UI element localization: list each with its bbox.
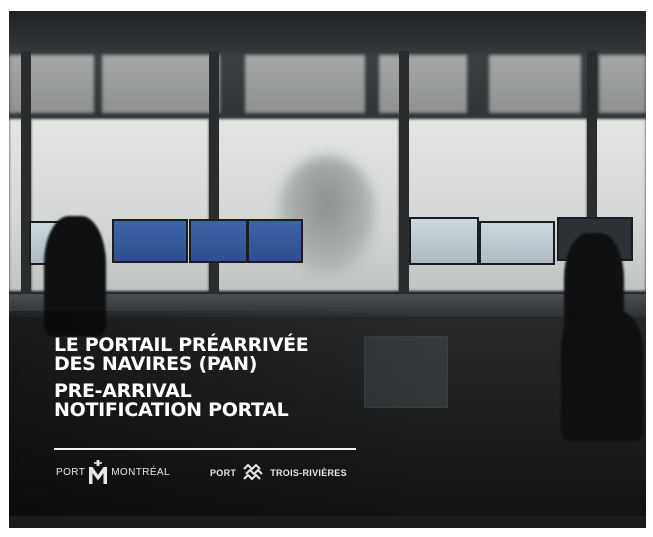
desk-monitor xyxy=(479,221,555,265)
port-montreal-logo: PORT MONTRÉAL xyxy=(56,460,170,484)
title-french: LE PORTAIL PRÉARRIVÉE DES NAVIRES (PAN) xyxy=(54,334,309,375)
ceiling xyxy=(9,11,646,53)
pillar xyxy=(399,51,409,301)
video-wall-panel xyxy=(407,119,587,291)
port-trois-rivieres-name: TROIS-RIVIÈRES xyxy=(270,468,347,478)
title-english: PRE-ARRIVAL NOTIFICATION PORTAL xyxy=(54,380,289,421)
bottom-bar xyxy=(9,516,646,528)
pillar xyxy=(209,51,219,301)
port-trois-rivieres-waves-icon xyxy=(243,464,263,480)
upper-screen xyxy=(489,55,581,113)
port-trois-rivieres-logo: PORT TROIS-RIVIÈRES xyxy=(210,462,347,484)
desk-monitor xyxy=(112,219,188,263)
desk-monitor xyxy=(189,219,248,263)
video-frame: LE PORTAIL PRÉARRIVÉE DES NAVIRES (PAN) … xyxy=(9,11,646,528)
desk-monitor xyxy=(247,219,303,263)
port-montreal-prefix: PORT xyxy=(56,466,86,478)
upper-screen xyxy=(599,55,646,113)
desk-monitor xyxy=(409,217,479,265)
upper-screen xyxy=(102,55,220,113)
port-montreal-m-icon xyxy=(89,460,108,484)
divider xyxy=(54,448,356,450)
port-trois-rivieres-prefix: PORT xyxy=(210,468,237,478)
upper-screen xyxy=(245,55,365,113)
port-montreal-name: MONTRÉAL xyxy=(111,466,170,478)
person-silhouette xyxy=(561,311,643,441)
upper-screen xyxy=(379,55,467,113)
